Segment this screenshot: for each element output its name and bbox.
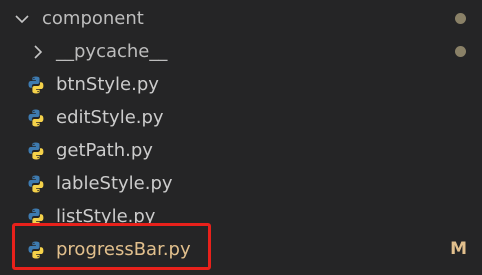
python-file-icon <box>28 241 44 259</box>
python-file-icon <box>28 76 44 94</box>
file-explorer: component __pycache__ btnStyle.py editSt… <box>0 0 482 275</box>
folder-modified-dot <box>455 13 466 24</box>
file-item-label: btnStyle.py <box>56 73 159 95</box>
folder-pycache[interactable]: __pycache__ <box>0 35 482 68</box>
python-file-icon <box>28 175 44 193</box>
file-item-label: getPath.py <box>56 139 153 161</box>
file-item-liststyle[interactable]: listStyle.py <box>0 200 482 233</box>
folder-component-label: component <box>42 7 144 29</box>
chevron-right-icon[interactable] <box>30 44 46 60</box>
python-file-icon <box>28 109 44 127</box>
file-item-lablestyle[interactable]: lableStyle.py <box>0 167 482 200</box>
folder-pycache-label: __pycache__ <box>56 40 168 62</box>
file-item-getpath[interactable]: getPath.py <box>0 134 482 167</box>
file-item-label: progressBar.py <box>56 238 191 260</box>
git-modified-badge: M <box>450 239 467 259</box>
file-item-editstyle[interactable]: editStyle.py <box>0 101 482 134</box>
python-file-icon <box>28 208 44 226</box>
file-item-progressbar[interactable]: progressBar.py M <box>0 233 482 266</box>
python-file-icon <box>28 142 44 160</box>
folder-modified-dot <box>455 46 466 57</box>
file-item-btnstyle[interactable]: btnStyle.py <box>0 68 482 101</box>
file-item-label: listStyle.py <box>56 205 156 227</box>
file-item-label: lableStyle.py <box>56 172 173 194</box>
folder-component[interactable]: component <box>0 2 482 35</box>
chevron-down-icon[interactable] <box>14 11 30 27</box>
file-item-label: editStyle.py <box>56 106 164 128</box>
